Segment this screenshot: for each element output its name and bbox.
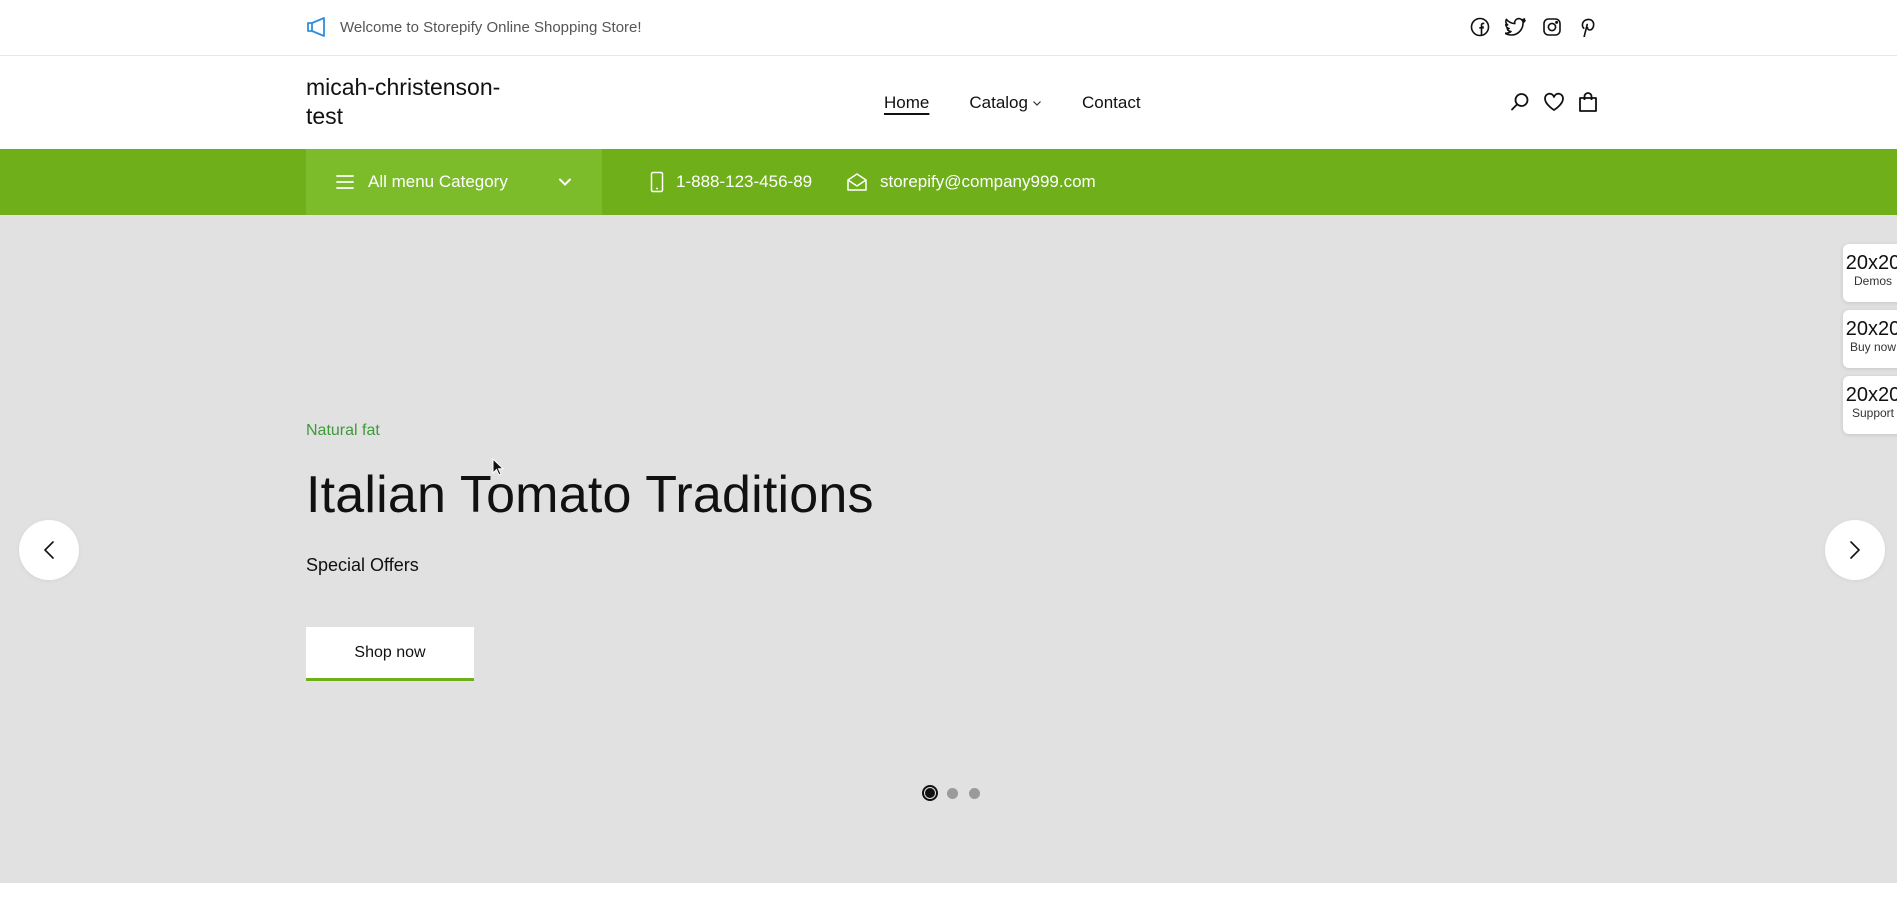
welcome-text: Welcome to Storepify Online Shopping Sto…: [340, 18, 642, 36]
hero-title: Italian Tomato Traditions: [306, 466, 874, 524]
envelope-icon: [846, 172, 868, 192]
top-announcement-bar: Welcome to Storepify Online Shopping Sto…: [0, 0, 1897, 56]
nav-catalog[interactable]: Catalog: [969, 93, 1042, 113]
side-widget-buy-now[interactable]: 20x20 Buy now: [1843, 310, 1897, 368]
site-logo[interactable]: micah-christenson-test: [306, 73, 526, 131]
site-header: micah-christenson-test Home Catalog Cont…: [0, 57, 1897, 149]
nav-contact-label: Contact: [1081, 93, 1141, 112]
slider-pagination: [922, 785, 982, 801]
phone-icon: [650, 171, 664, 193]
side-widget-label: Buy now: [1849, 340, 1897, 354]
chevron-down-icon: [1032, 99, 1042, 107]
phone-contact[interactable]: 1-888-123-456-89: [650, 149, 812, 215]
heart-icon[interactable]: [1543, 91, 1565, 113]
chevron-left-icon: [43, 540, 55, 560]
nav-home-label: Home: [884, 93, 930, 112]
slider-dot-2[interactable]: [944, 785, 960, 801]
twitter-icon[interactable]: [1505, 16, 1527, 38]
hero-subtitle: Special Offers: [306, 555, 419, 575]
nav-home[interactable]: Home: [884, 93, 929, 113]
hero-slider: Natural fat Italian Tomato Traditions Sp…: [0, 215, 1897, 883]
welcome-message: Welcome to Storepify Online Shopping Sto…: [306, 16, 642, 38]
side-widget-label: Demos: [1853, 274, 1892, 288]
slider-prev-button[interactable]: [19, 520, 79, 580]
main-navigation: Home Catalog Contact: [884, 93, 1141, 113]
hero-kicker: Natural fat: [306, 422, 380, 439]
pinterest-icon[interactable]: [1577, 16, 1599, 38]
phone-number: 1-888-123-456-89: [676, 172, 813, 191]
search-icon[interactable]: [1509, 91, 1531, 113]
category-bar: All menu Category 1-888-123-456-89 store…: [0, 149, 1897, 215]
megaphone-icon: [306, 16, 330, 38]
slider-next-button[interactable]: [1825, 520, 1885, 580]
nav-contact[interactable]: Contact: [1082, 93, 1141, 113]
bag-icon[interactable]: [1577, 91, 1599, 113]
mouse-cursor-icon: [492, 458, 504, 476]
header-actions: [1509, 91, 1599, 113]
chevron-right-icon: [1849, 540, 1861, 560]
slider-dot-1[interactable]: [922, 785, 938, 801]
chevron-down-icon: [558, 177, 572, 187]
instagram-icon[interactable]: [1541, 16, 1563, 38]
facebook-icon[interactable]: [1469, 16, 1491, 38]
slider-dot-3[interactable]: [966, 785, 982, 801]
hamburger-icon: [336, 174, 354, 190]
side-widget-image-placeholder: 20x20: [1845, 252, 1897, 274]
nav-catalog-label: Catalog: [969, 93, 1028, 112]
all-category-dropdown[interactable]: All menu Category: [306, 149, 602, 215]
side-widget-image-placeholder: 20x20: [1845, 318, 1897, 340]
side-widget-label: Support: [1851, 406, 1895, 420]
category-label: All menu Category: [368, 172, 508, 191]
side-widget-image-placeholder: 20x20: [1845, 384, 1897, 406]
email-contact[interactable]: storepify@company999.com: [846, 149, 1096, 215]
side-widget-support[interactable]: 20x20 Support: [1843, 376, 1897, 434]
side-widget-demos[interactable]: 20x20 Demos: [1843, 244, 1897, 302]
email-address: storepify@company999.com: [880, 172, 1096, 191]
shop-now-button[interactable]: Shop now: [306, 627, 474, 681]
social-links: [1469, 16, 1599, 38]
